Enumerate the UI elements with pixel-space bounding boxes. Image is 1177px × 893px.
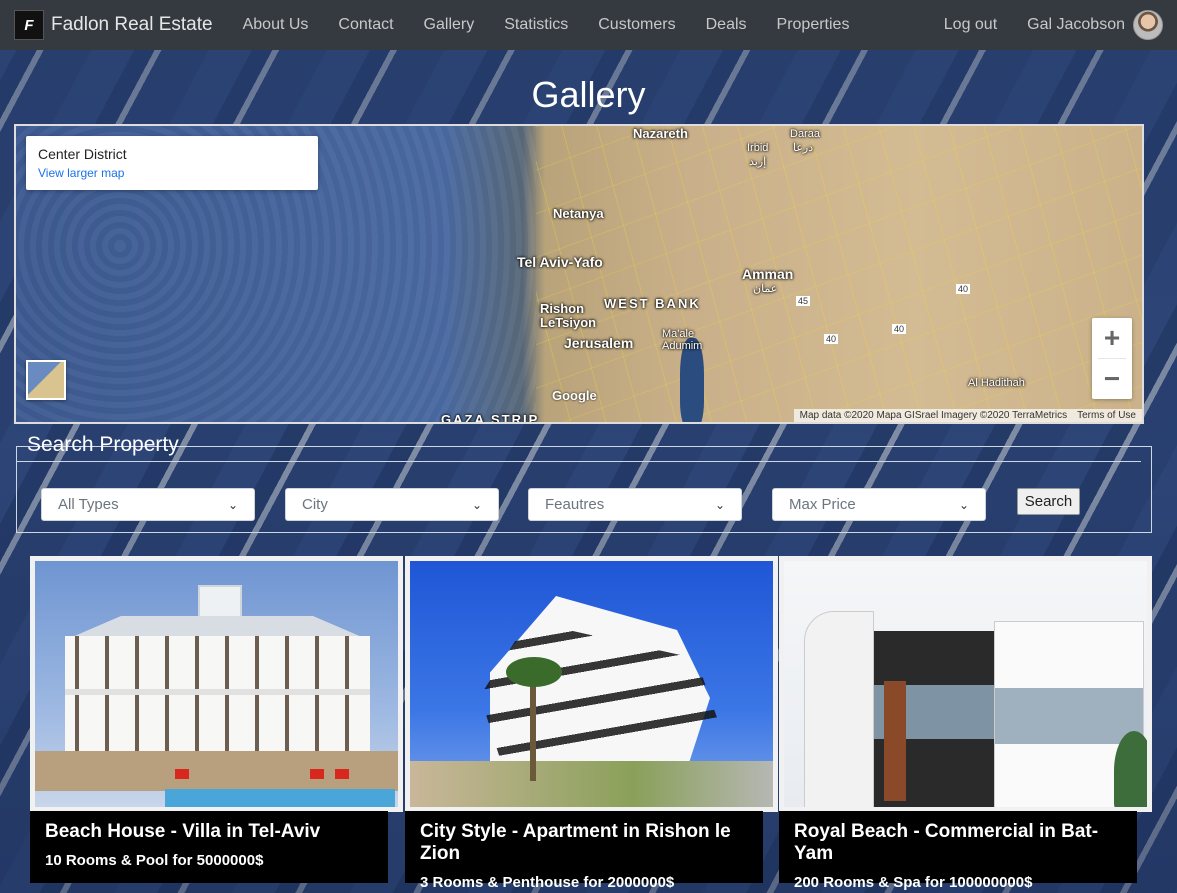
villa-pool <box>165 789 395 807</box>
map-label-amman: Amman <box>742 266 794 282</box>
commercial-plant <box>1114 731 1147 807</box>
map-label-west-bank: WEST BANK <box>604 296 701 311</box>
map-label-jerusalem: Jerusalem <box>564 335 634 351</box>
zoom-out-button[interactable]: − <box>1092 359 1132 399</box>
property-caption: City Style - Apartment in Rishon le Zion… <box>405 811 763 891</box>
nav-link-statistics[interactable]: Statistics <box>504 16 568 34</box>
user-name[interactable]: Gal Jacobson <box>1027 16 1125 34</box>
property-details: 200 Rooms & Spa for 100000000$ <box>794 874 1033 891</box>
top-navbar: F Fadlon Real Estate About Us Contact Ga… <box>0 0 1177 50</box>
chevron-down-icon: ⌄ <box>471 497 482 512</box>
chevron-down-icon: ⌄ <box>958 497 969 512</box>
max-price-select-value: Max Price <box>789 496 856 513</box>
lounger <box>310 769 324 779</box>
map-attribution: Map data ©2020 Mapa GISrael Imagery ©202… <box>793 409 1142 422</box>
city-select[interactable]: City ⌄ <box>285 488 499 521</box>
property-card[interactable]: Beach House - Villa in Tel-Aviv 10 Rooms… <box>30 556 403 883</box>
property-card[interactable]: City Style - Apartment in Rishon le Zion… <box>405 556 778 891</box>
map-data-credit: Map data ©2020 Mapa GISrael Imagery ©202… <box>799 410 1068 421</box>
map-label-daraa: Daraa <box>790 128 820 140</box>
route-shield-40: 40 <box>892 324 907 334</box>
map-label-daraa-ar: درعا <box>793 142 814 154</box>
features-select-value: Feautres <box>545 496 605 513</box>
brand-name[interactable]: Fadlon Real Estate <box>51 14 213 36</box>
map-label-irbid: Irbid <box>747 142 769 154</box>
property-title[interactable]: Beach House - Villa in Tel-Aviv <box>45 821 373 843</box>
property-details: 3 Rooms & Penthouse for 2000000$ <box>420 874 675 891</box>
property-details: 10 Rooms & Pool for 5000000$ <box>45 852 264 869</box>
palm-leaves <box>506 657 562 687</box>
lounger <box>175 769 189 779</box>
search-property-title: Search Property <box>27 433 179 456</box>
brand-logo-icon[interactable]: F <box>14 10 44 40</box>
chevron-down-icon: ⌄ <box>227 497 238 512</box>
map-label-rishon: Rishon LeTsiyon <box>540 301 597 330</box>
type-select[interactable]: All Types ⌄ <box>41 488 255 521</box>
map-label-al-hadithah: Al Hadithah <box>968 377 1025 389</box>
property-image[interactable] <box>30 556 403 812</box>
search-button[interactable]: Search <box>1017 488 1080 515</box>
nav-link-contact[interactable]: Contact <box>338 16 393 34</box>
city-select-value: City <box>302 496 328 513</box>
chevron-down-icon: ⌄ <box>714 497 725 512</box>
route-shield-40: 40 <box>824 334 839 344</box>
view-larger-map-link[interactable]: View larger map <box>38 166 306 180</box>
palm-trunk <box>530 671 536 781</box>
map-type-toggle[interactable] <box>26 360 66 400</box>
search-title-divider <box>17 461 1141 462</box>
logout-link[interactable]: Log out <box>944 16 997 34</box>
nav-link-gallery[interactable]: Gallery <box>424 16 475 34</box>
commercial-wood-panel <box>884 681 906 801</box>
google-logo: Google <box>552 388 597 403</box>
terms-of-use-link[interactable]: Terms of Use <box>1077 410 1136 421</box>
map-zoom-control: + − <box>1092 318 1132 399</box>
property-image[interactable] <box>405 556 778 812</box>
route-shield-40: 40 <box>956 284 971 294</box>
property-title[interactable]: City Style - Apartment in Rishon le Zion <box>420 821 748 865</box>
lounger <box>335 769 349 779</box>
map-label-gaza: GAZA STRIP <box>441 412 540 424</box>
nav-right-group: Log out Gal Jacobson <box>944 10 1163 40</box>
villa-cupola <box>198 585 242 621</box>
type-select-value: All Types <box>58 496 119 513</box>
nav-link-about-us[interactable]: About Us <box>243 16 309 34</box>
villa-balcony <box>65 689 370 695</box>
map-label-nazareth: Nazareth <box>633 126 688 141</box>
max-price-select[interactable]: Max Price ⌄ <box>772 488 986 521</box>
apartment-ground <box>410 761 773 807</box>
page-title: Gallery <box>531 74 646 115</box>
property-card[interactable]: Royal Beach - Commercial in Bat-Yam 200 … <box>779 556 1152 891</box>
zoom-in-button[interactable]: + <box>1092 318 1132 358</box>
map-label-netanya: Netanya <box>553 206 604 221</box>
nav-link-customers[interactable]: Customers <box>598 16 675 34</box>
map-label-irbid-ar: إربد <box>749 156 767 168</box>
avatar[interactable] <box>1133 10 1163 40</box>
nav-link-properties[interactable]: Properties <box>777 16 850 34</box>
property-caption: Royal Beach - Commercial in Bat-Yam 200 … <box>779 811 1137 891</box>
map-road-texture <box>536 126 1142 422</box>
embedded-map[interactable]: Nazareth Daraa درعا Irbid إربد Netanya T… <box>14 124 1144 424</box>
map-place-title: Center District <box>38 146 127 162</box>
features-select[interactable]: Feautres ⌄ <box>528 488 742 521</box>
search-property-panel: Search Property All Types ⌄ City ⌄ Feaut… <box>16 433 1152 533</box>
commercial-tower <box>804 611 874 807</box>
map-info-box: Center District View larger map <box>26 136 318 190</box>
property-caption: Beach House - Villa in Tel-Aviv 10 Rooms… <box>30 811 388 883</box>
map-label-amman-ar: عمان <box>753 283 778 295</box>
property-title[interactable]: Royal Beach - Commercial in Bat-Yam <box>794 821 1122 865</box>
map-label-tel-aviv: Tel Aviv-Yafo <box>517 254 603 270</box>
property-image[interactable] <box>779 556 1152 812</box>
map-label-maale-adumim: Ma'ale Adumim <box>662 328 703 352</box>
nav-link-deals[interactable]: Deals <box>706 16 747 34</box>
route-shield-45: 45 <box>796 296 811 306</box>
